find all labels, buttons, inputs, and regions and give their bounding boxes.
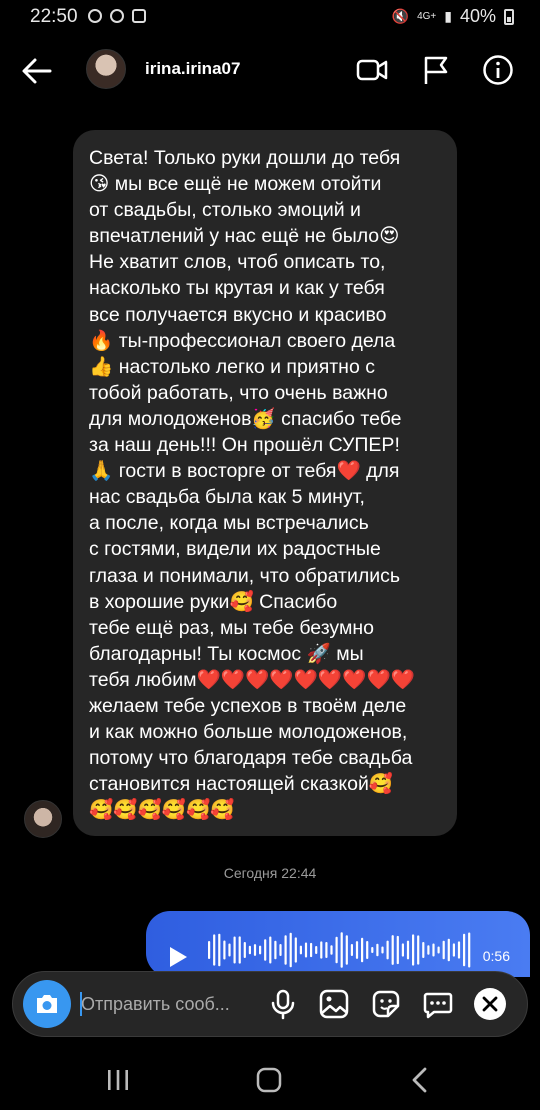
waveform-bar	[427, 945, 430, 955]
waveform-bar	[381, 946, 384, 954]
waveform-bar	[274, 940, 277, 960]
close-button[interactable]	[474, 988, 506, 1020]
voice-message-bubble[interactable]: 0:56	[146, 911, 530, 977]
waveform-bar	[335, 936, 338, 964]
waveform-bar	[437, 946, 440, 954]
waveform-bar	[233, 936, 236, 964]
waveform-bar	[396, 935, 399, 965]
waveform-bar	[376, 943, 379, 957]
waveform-bar	[406, 940, 410, 960]
message-input[interactable]: Отправить сооб...	[81, 994, 261, 1015]
waveform-bar	[345, 935, 348, 965]
waveform-bar	[279, 943, 282, 957]
home-icon[interactable]	[255, 1067, 283, 1093]
back-icon[interactable]	[406, 1067, 434, 1093]
system-navigation-bar	[0, 1050, 540, 1110]
message-notification-icon	[88, 9, 102, 23]
waveform-bar	[340, 932, 343, 968]
more-options-icon[interactable]	[422, 988, 454, 1020]
waveform-bar	[315, 946, 318, 954]
play-icon[interactable]	[170, 947, 187, 967]
waveform-bar	[208, 941, 211, 959]
waveform-bar	[269, 936, 272, 964]
waveform-bar	[361, 937, 364, 963]
waveform-bar	[238, 936, 241, 964]
waveform-bar	[447, 938, 450, 962]
waveform-bar	[289, 932, 292, 968]
camera-icon	[37, 995, 57, 1013]
waveform-bar	[442, 940, 445, 960]
voice-duration: 0:56	[482, 948, 510, 964]
waveform-bar	[294, 937, 297, 963]
close-icon	[482, 996, 498, 1012]
waveform-bar	[304, 942, 308, 958]
waveform-bar	[228, 943, 231, 957]
mute-icon: 🔇	[391, 8, 410, 24]
waveform-bar	[223, 940, 226, 960]
waveform-bar	[264, 939, 267, 961]
waveform-bar	[391, 935, 394, 965]
status-time: 22:50	[30, 6, 78, 27]
waveform-bar	[248, 945, 251, 955]
waveform[interactable]	[208, 927, 474, 973]
waveform-bar	[417, 935, 420, 965]
notification-icons	[88, 9, 146, 23]
waveform-bar	[330, 945, 333, 955]
video-call-icon[interactable]	[356, 54, 388, 86]
gallery-icon[interactable]	[318, 988, 350, 1020]
signal-icon: ▮	[444, 8, 452, 24]
waveform-bar	[355, 941, 359, 959]
avatar[interactable]	[86, 49, 126, 89]
waveform-bar	[243, 942, 246, 958]
camera-button[interactable]	[23, 980, 71, 1028]
waveform-bar	[325, 942, 328, 958]
waveform-bar	[366, 940, 369, 960]
sticker-icon[interactable]	[370, 988, 402, 1020]
info-icon[interactable]	[482, 54, 514, 86]
waveform-bar	[386, 940, 389, 960]
network-type: 4G+	[417, 11, 437, 22]
waveform-bar	[213, 934, 216, 966]
waveform-bar	[371, 946, 374, 954]
recent-apps-icon[interactable]	[104, 1067, 132, 1093]
image-notification-icon	[132, 9, 146, 23]
battery-percent: 40%	[459, 6, 496, 26]
microphone-icon[interactable]	[267, 988, 299, 1020]
message-composer: Отправить сооб...	[12, 971, 528, 1037]
waveform-bar	[310, 942, 313, 958]
waveform-bar	[320, 941, 323, 959]
waveform-bar	[422, 941, 425, 959]
sender-avatar[interactable]	[24, 800, 62, 838]
status-bar: 22:50 🔇 4G+ ▮ 40%	[0, 0, 540, 34]
message-timestamp: Сегодня 22:44	[223, 865, 317, 881]
waveform-bar	[463, 933, 466, 967]
message-text: Света! Только руки дошли до тебя 😘 мы вс…	[89, 147, 416, 822]
waveform-bar	[299, 945, 302, 955]
waveform-bar	[259, 945, 262, 955]
waveform-bar	[457, 941, 461, 959]
waveform-bar	[253, 944, 257, 956]
waveform-bar	[412, 934, 415, 966]
waveform-bar	[401, 943, 404, 957]
incoming-message-bubble[interactable]: Света! Только руки дошли до тебя 😘 мы вс…	[73, 130, 457, 836]
chat-username[interactable]: irina.irina07	[145, 59, 240, 79]
battery-icon	[504, 8, 514, 25]
waveform-bar	[284, 935, 287, 965]
waveform-bar	[350, 944, 353, 956]
waveform-bar	[452, 943, 455, 957]
waveform-bar	[432, 943, 435, 957]
chat-header: irina.irina07	[0, 40, 540, 100]
flag-icon[interactable]	[420, 54, 452, 86]
app-notification-icon	[110, 9, 124, 23]
waveform-bar	[468, 932, 471, 968]
system-status: 🔇 4G+ ▮ 40%	[392, 6, 514, 27]
waveform-bar	[218, 933, 221, 967]
back-arrow-icon[interactable]	[20, 54, 54, 88]
